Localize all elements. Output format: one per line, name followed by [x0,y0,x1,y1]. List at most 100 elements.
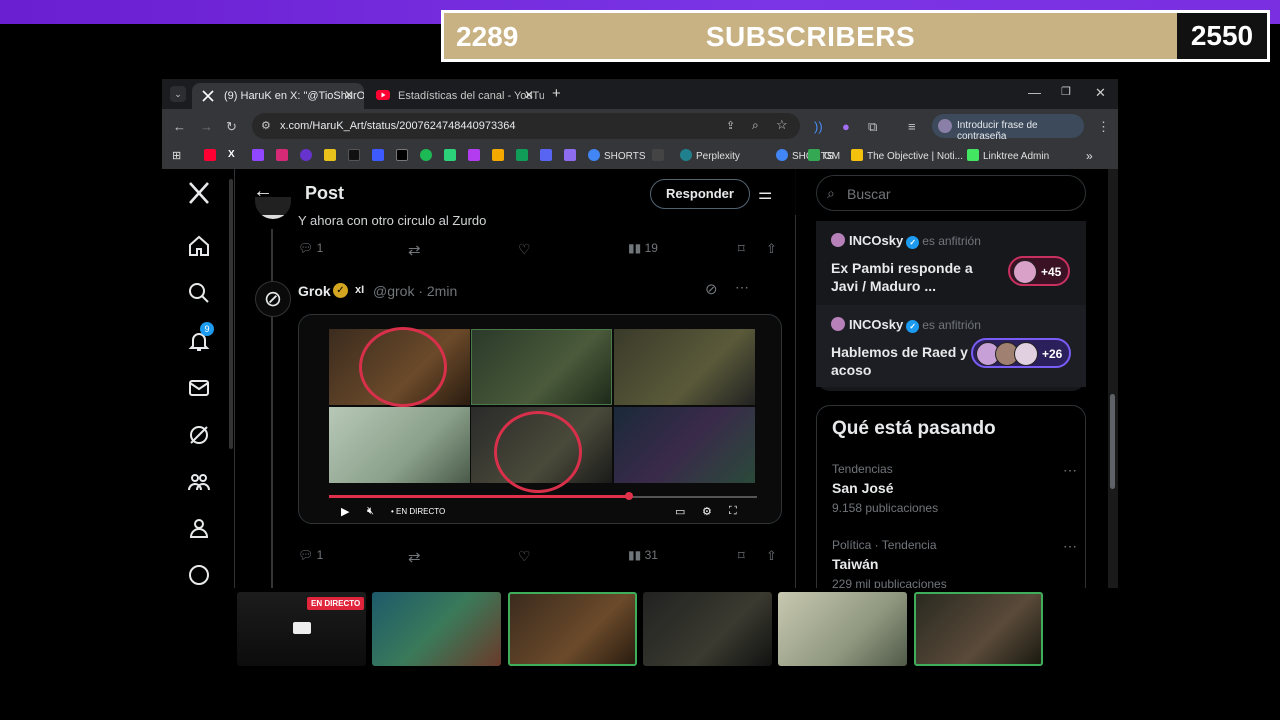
bookmark-instagram-icon[interactable] [276,149,292,162]
bookmark-green-c-icon[interactable] [420,149,436,162]
profile-icon[interactable] [187,516,211,540]
bookmark-misc-icon[interactable] [652,149,668,162]
like-icon[interactable]: ♡ [518,548,531,565]
space-listeners-pill[interactable]: +45 [1008,256,1070,286]
bookmark-star-icon[interactable]: ☆ [776,117,788,133]
play-icon[interactable]: ▶ [341,505,349,518]
more-circle-icon[interactable] [187,563,211,587]
grok-avatar[interactable]: ⊘ [255,281,291,317]
bookmark-shorts-1[interactable]: SHORTS [588,149,646,162]
video-progress-handle[interactable] [625,492,633,500]
fullscreen-icon[interactable]: ⛶ [729,505,737,518]
bookmark-x-icon[interactable]: X [228,149,235,160]
filter-sliders-icon[interactable]: ⚌ [758,184,772,204]
settings-gear-icon[interactable]: ⚙ [702,505,712,518]
reply-action[interactable]: 💬︎ 1 [298,241,323,255]
tab-youtube-stats[interactable]: Estadísticas del canal - YouTub ✕ [366,83,544,109]
post-more-icon[interactable]: ⋯ [735,279,749,296]
video-player[interactable]: ▶ 🔇︎ • EN DIRECTO ▭ ⚙ ⛶ [298,314,782,524]
bookmark-discord-icon[interactable] [540,149,556,162]
page-scrollbar[interactable] [1108,169,1118,588]
bookmark-icon[interactable]: ⌑ [738,241,745,257]
views-action[interactable]: ▮▮ 31 [628,548,658,562]
close-icon[interactable]: ✕ [524,88,534,102]
extension-wave-icon[interactable]: )) [814,119,823,134]
bookmark-the-objective[interactable]: The Objective | Noti... [851,149,963,162]
back-icon[interactable]: ← [173,119,186,134]
like-icon[interactable]: ♡ [518,241,531,258]
share-icon[interactable]: ⇧ [766,548,777,564]
address-bar[interactable]: ⚙ x.com/HaruK_Art/status/200762474844097… [252,113,800,139]
grok-name[interactable]: Grok [298,283,331,299]
grok-explain-icon[interactable]: ⊘ [705,280,718,298]
share-icon[interactable]: ⇧ [766,241,777,257]
bookmark-linktree[interactable]: Linktree Admin [967,149,1049,162]
search-input[interactable]: ⌕ Buscar [816,175,1086,211]
bookmark-icon[interactable]: ⌑ [738,548,745,564]
bookmark-twitch-icon[interactable] [252,149,268,162]
bookmark-sheets-icon[interactable] [516,149,532,162]
grok-handle[interactable]: @grok · 2min [373,283,457,299]
avatar [831,233,845,247]
spaces-card: INCOsky ✓ es anfitrión Ex Pambi responde a… [816,221,1086,391]
bookmark-blue-icon[interactable] [372,149,388,162]
home-icon[interactable] [187,234,211,258]
close-icon[interactable]: ✕ [344,88,354,102]
captions-icon[interactable]: ▭ [675,505,685,518]
apps-grid-icon[interactable]: ⊞ [172,149,181,162]
views-action[interactable]: ▮▮ 19 [628,241,658,255]
xai-affiliate-tag[interactable]: xI [355,284,364,296]
trend-item[interactable]: Tendencias San José 9.158 publicaciones … [832,462,1077,532]
reply-button[interactable]: Responder [650,179,750,209]
repost-icon[interactable]: ⇄ [408,241,421,259]
bookmark-dots-icon[interactable] [444,149,460,162]
webcam-thumbnail [914,592,1043,666]
reply-action[interactable]: 💬︎ 1 [298,548,323,562]
scrollbar-thumb[interactable] [1110,394,1115,489]
tab-x-post[interactable]: (9) HaruK en X: "@TioShurOfici ✕ [192,83,364,109]
bookmark-gm[interactable]: GM [808,149,840,162]
profile-avatar [938,119,952,133]
close-window-icon[interactable]: ✕ [1095,85,1106,101]
extension-purple-icon[interactable]: ● [842,119,850,134]
restore-icon[interactable]: ❐ [1061,85,1071,98]
space-listeners-pill[interactable]: +26 [971,338,1071,368]
x-home-logo-icon[interactable] [187,181,211,205]
bookmark-black-icon[interactable] [396,149,412,162]
minimize-icon[interactable]: — [1028,85,1041,100]
tab-groups-icon[interactable]: ≡ [908,119,916,134]
passphrase-button[interactable]: Introducir frase de contraseña [932,114,1084,142]
space-item[interactable]: INCOsky ✓ es anfitrión Hablemos de Raed y … [816,305,1086,387]
bookmark-tiktok-icon[interactable] [348,149,364,162]
install-app-icon[interactable]: ⇪ [726,119,735,132]
bookmark-chat-icon[interactable] [564,149,580,162]
trend-item[interactable]: Política · Tendencia Taiwán 229 mil publ… [832,538,1077,588]
tab-search-button[interactable]: ⌄ [170,86,186,102]
bookmark-yellow-icon[interactable] [324,149,340,162]
left-scrollbar[interactable] [229,179,233,449]
communities-icon[interactable] [187,470,211,494]
grok-icon[interactable] [187,423,211,447]
youtube-icon [376,90,390,102]
bookmark-x-purple-icon[interactable] [468,149,484,162]
zoom-icon[interactable]: ⌕ [752,118,759,133]
messages-icon[interactable] [187,376,211,400]
bookmark-multicolor-icon[interactable] [492,149,508,162]
reload-icon[interactable]: ↻ [226,119,237,135]
search-icon[interactable] [187,281,211,305]
forward-icon[interactable]: → [200,119,213,134]
back-arrow-icon[interactable]: ← [253,180,273,203]
bookmark-youtube-icon[interactable] [204,149,220,162]
new-tab-button[interactable]: + [552,85,561,102]
bookmark-perplexity[interactable]: Perplexity [680,149,740,162]
trend-more-icon[interactable]: ⋯ [1063,538,1077,555]
space-item[interactable]: INCOsky ✓ es anfitrión Ex Pambi responde a… [816,221,1086,303]
more-menu-icon[interactable]: ⋮ [1097,119,1110,135]
repost-icon[interactable]: ⇄ [408,548,421,566]
mute-icon[interactable]: 🔇︎ [367,505,374,518]
site-info-icon[interactable]: ⚙ [261,119,271,132]
extensions-puzzle-icon[interactable]: ⧉ [868,119,877,135]
bookmark-circle-icon[interactable] [300,149,316,162]
bookmarks-overflow-icon[interactable]: » [1086,149,1093,163]
trend-more-icon[interactable]: ⋯ [1063,462,1077,479]
